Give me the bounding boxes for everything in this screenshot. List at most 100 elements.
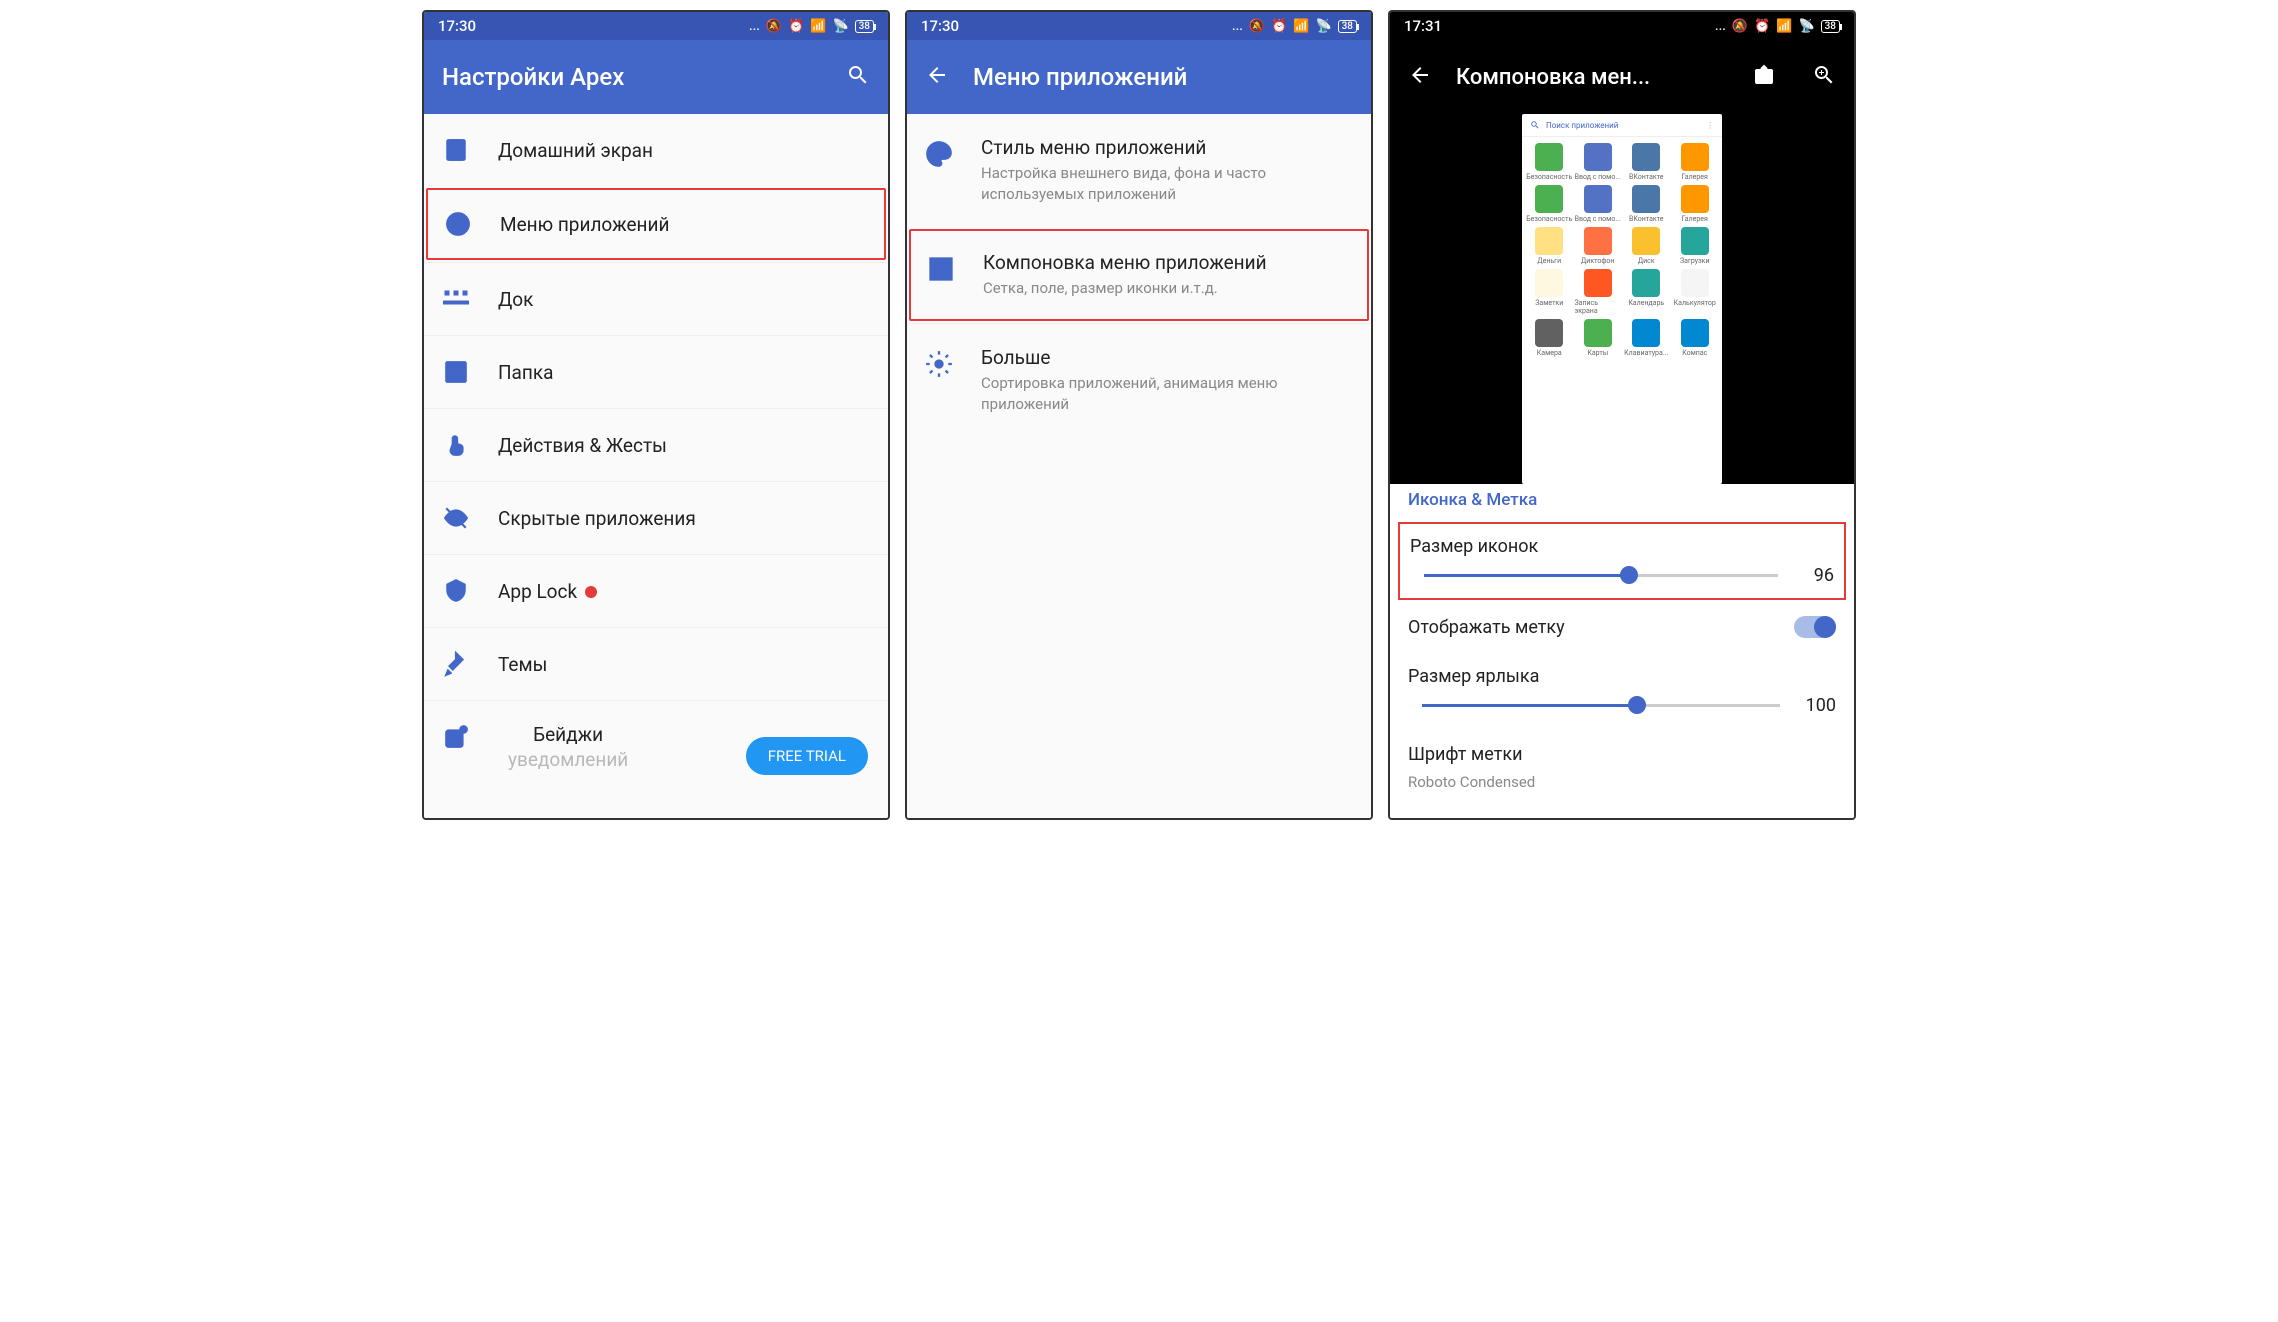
dock-icon bbox=[442, 285, 470, 313]
mute-icon: 🔕 bbox=[766, 19, 782, 34]
alarm-icon: ⏰ bbox=[1271, 19, 1287, 34]
item-label: Папка bbox=[498, 361, 553, 384]
preview-app: Загрузки bbox=[1672, 227, 1719, 265]
item-label: Бейджи bbox=[508, 723, 628, 746]
layout-settings: Иконка & Метка Размер иконок 96 Отобража… bbox=[1390, 484, 1854, 818]
wifi-icon: 📡 bbox=[832, 19, 848, 34]
preview-app: Диктофон bbox=[1575, 227, 1622, 265]
theme-icon bbox=[442, 650, 470, 678]
search-icon[interactable] bbox=[846, 63, 870, 91]
status-bar: 17:30 ... 🔕 ⏰ 📶 📡 38 bbox=[424, 12, 888, 40]
grid-icon bbox=[927, 255, 955, 283]
item-label2: уведомлений bbox=[508, 748, 628, 771]
home-icon bbox=[442, 136, 470, 164]
badge-icon bbox=[442, 723, 470, 751]
preview-app: Компас bbox=[1672, 319, 1719, 357]
preview-search: Поиск приложений ⋮ bbox=[1522, 114, 1722, 137]
item-label: Док bbox=[498, 288, 533, 311]
label-size-row[interactable]: Размер ярлыка 100 bbox=[1390, 652, 1854, 730]
preview-app: Заметки bbox=[1526, 269, 1573, 315]
back-icon[interactable] bbox=[925, 63, 949, 91]
preview-app: Камера bbox=[1526, 319, 1573, 357]
free-trial-button[interactable]: FREE TRIAL bbox=[746, 737, 868, 775]
hidden-icon bbox=[442, 504, 470, 532]
status-bar: 17:31 ... 🔕 ⏰ 📶 📡 38 bbox=[1390, 12, 1854, 40]
app-title: Компоновка мен... bbox=[1456, 65, 1728, 90]
badges-item[interactable]: Бейджи уведомлений FREE TRIAL bbox=[424, 700, 888, 771]
preview-app: Запись экрана bbox=[1575, 269, 1622, 315]
battery-icon: 38 bbox=[1338, 20, 1357, 33]
font-row[interactable]: Шрифт метки Roboto Condensed bbox=[1390, 730, 1854, 805]
folder-item[interactable]: Папка bbox=[424, 335, 888, 408]
item-sub: Сетка, поле, размер иконки и.т.д. bbox=[983, 278, 1351, 299]
app-title: Настройки Apex bbox=[442, 63, 822, 91]
preview-app: ВКонтакте bbox=[1623, 143, 1670, 181]
dots-icon: ... bbox=[1715, 19, 1726, 34]
more-item[interactable]: Больше Сортировка приложений, анимация м… bbox=[907, 323, 1371, 437]
status-bar: 17:30 ... 🔕 ⏰ 📶 📡 38 bbox=[907, 12, 1371, 40]
preview-mock: Поиск приложений ⋮ БезопасностьВвод с по… bbox=[1522, 114, 1722, 484]
alarm-icon: ⏰ bbox=[788, 19, 804, 34]
gesture-icon bbox=[442, 431, 470, 459]
preview-app: Клавиатура... bbox=[1623, 319, 1670, 357]
item-label: App Lock bbox=[498, 580, 597, 603]
preview-app: Безопасность bbox=[1526, 185, 1573, 223]
toggle-switch[interactable] bbox=[1794, 616, 1836, 638]
dock-item[interactable]: Док bbox=[424, 262, 888, 335]
app-bar: Меню приложений bbox=[907, 40, 1371, 114]
themes-item[interactable]: Темы bbox=[424, 627, 888, 700]
setting-label: Отображать метку bbox=[1408, 617, 1565, 638]
wifi-icon: 📡 bbox=[1315, 19, 1331, 34]
home-screen-item[interactable]: Домашний экран bbox=[424, 114, 888, 186]
show-label-row[interactable]: Отображать метку bbox=[1390, 602, 1854, 652]
item-sub: Сортировка приложений, анимация меню при… bbox=[981, 373, 1353, 415]
zoom-icon[interactable] bbox=[1812, 63, 1836, 91]
preview-app: Календарь bbox=[1623, 269, 1670, 315]
setting-label: Шрифт метки bbox=[1408, 744, 1836, 765]
folder-icon bbox=[442, 358, 470, 386]
slider-value: 100 bbox=[1796, 695, 1836, 716]
label-size-slider[interactable] bbox=[1422, 704, 1780, 707]
icon-size-slider[interactable] bbox=[1424, 574, 1778, 577]
app-menu-item[interactable]: Меню приложений bbox=[426, 188, 886, 260]
notification-dot bbox=[585, 586, 597, 598]
preview-area: Поиск приложений ⋮ БезопасностьВвод с по… bbox=[1390, 114, 1854, 484]
item-label: Темы bbox=[498, 653, 547, 676]
status-time: 17:30 bbox=[438, 17, 476, 35]
preview-app: Безопасность bbox=[1526, 143, 1573, 181]
layout-item[interactable]: Компоновка меню приложений Сетка, поле, … bbox=[909, 229, 1369, 321]
style-item[interactable]: Стиль меню приложений Настройка внешнего… bbox=[907, 114, 1371, 227]
settings-list: Стиль меню приложений Настройка внешнего… bbox=[907, 114, 1371, 818]
mute-icon: 🔕 bbox=[1732, 19, 1748, 34]
preview-app: Калькулятор bbox=[1672, 269, 1719, 315]
export-icon[interactable] bbox=[1752, 63, 1776, 91]
dots-icon: ... bbox=[749, 19, 760, 34]
preview-app: Галерея bbox=[1672, 143, 1719, 181]
slider-value: 96 bbox=[1794, 565, 1834, 586]
preview-app: ВКонтакте bbox=[1623, 185, 1670, 223]
hidden-apps-item[interactable]: Скрытые приложения bbox=[424, 481, 888, 554]
item-label: Домашний экран bbox=[498, 139, 653, 162]
wifi-icon: 📡 bbox=[1798, 19, 1814, 34]
apps-icon bbox=[444, 210, 472, 238]
app-bar: Компоновка мен... bbox=[1390, 40, 1854, 114]
item-label: Больше bbox=[981, 346, 1353, 369]
item-label: Скрытые приложения bbox=[498, 507, 696, 530]
app-title: Меню приложений bbox=[973, 63, 1353, 91]
status-time: 17:30 bbox=[921, 17, 959, 35]
status-icons: ... 🔕 ⏰ 📶 📡 38 bbox=[749, 19, 874, 34]
lock-icon bbox=[442, 577, 470, 605]
item-label: Стиль меню приложений bbox=[981, 136, 1353, 159]
status-icons: ... 🔕 ⏰ 📶 📡 38 bbox=[1232, 19, 1357, 34]
back-icon[interactable] bbox=[1408, 63, 1432, 91]
item-label: Действия & Жесты bbox=[498, 434, 667, 457]
setting-value: Roboto Condensed bbox=[1408, 773, 1836, 791]
icon-size-row[interactable]: Размер иконок 96 bbox=[1398, 522, 1846, 600]
screen-layout: 17:31 ... 🔕 ⏰ 📶 📡 38 Компоновка мен... П… bbox=[1388, 10, 1856, 820]
setting-label: Размер ярлыка bbox=[1408, 666, 1836, 687]
signal-icon: 📶 bbox=[810, 19, 826, 34]
app-lock-item[interactable]: App Lock bbox=[424, 554, 888, 627]
item-label: Компоновка меню приложений bbox=[983, 251, 1351, 274]
gestures-item[interactable]: Действия & Жесты bbox=[424, 408, 888, 481]
signal-icon: 📶 bbox=[1293, 19, 1309, 34]
